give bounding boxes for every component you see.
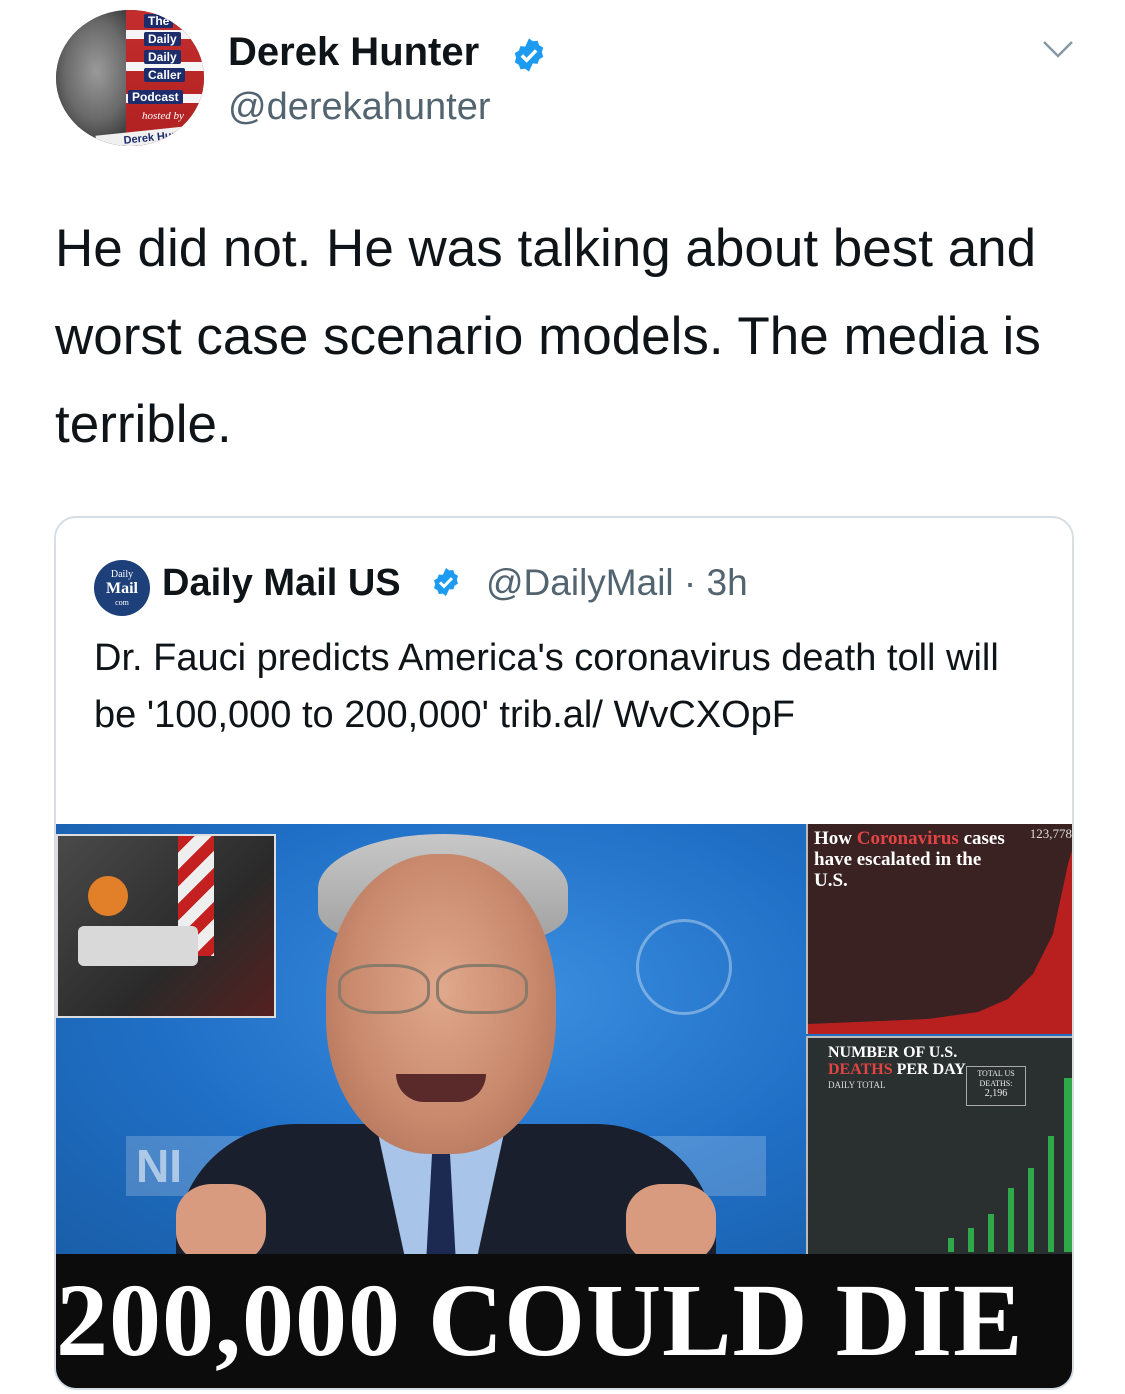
verified-badge-icon xyxy=(514,38,544,72)
tweet-text: He did not. He was talking about best an… xyxy=(55,219,1041,454)
speaker-hand-right xyxy=(626,1184,716,1264)
stretcher xyxy=(78,926,198,966)
deaths-total-box: TOTAL US DEATHS: 2,196 xyxy=(966,1066,1026,1106)
quoted-avatar-main: Mail xyxy=(106,580,138,597)
quoted-media-image[interactable]: NI How Coronavirus cases have escalated … xyxy=(56,824,1072,1388)
quoted-author-name[interactable]: Daily Mail US xyxy=(162,562,401,605)
author-avatar[interactable]: The Daily Daily Caller Podcast hosted by… xyxy=(56,10,204,146)
quoted-time[interactable]: 3h xyxy=(707,562,748,603)
quoted-avatar[interactable]: Daily Mail com xyxy=(94,560,150,616)
avatar-word: Daily xyxy=(144,32,181,46)
cases-chart-inset: How Coronavirus cases have escalated in … xyxy=(806,824,1072,1034)
ambulance-inset-photo xyxy=(56,834,276,1018)
deaths-chart-inset: NUMBER OF U.S. DEATHS PER DAY DAILY TOTA… xyxy=(806,1036,1072,1256)
chevron-down-icon[interactable] xyxy=(1040,36,1076,64)
quoted-handle[interactable]: @DailyMail xyxy=(486,562,674,603)
speaker-mouth xyxy=(396,1074,486,1102)
media-headline: 200,000 COULD DIE xyxy=(56,1254,1072,1388)
glasses-icon xyxy=(338,964,430,1014)
avatar-word: Caller xyxy=(144,68,186,82)
avatar-word: Daily xyxy=(144,50,181,64)
cases-chart-total: 123,778 xyxy=(1029,826,1072,841)
cases-chart-title: How Coronavirus cases have escalated in … xyxy=(814,828,1005,891)
quoted-meta: @DailyMail · 3h xyxy=(486,562,748,604)
author-handle[interactable]: @derekahunter xyxy=(228,86,491,129)
author-name[interactable]: Derek Hunter xyxy=(228,30,479,75)
verified-badge-icon xyxy=(434,568,458,596)
quoted-avatar-bottom: com xyxy=(115,598,129,607)
quoted-text: Dr. Fauci predicts America's coronavirus… xyxy=(94,637,999,736)
patient-blanket xyxy=(88,876,128,916)
speaker-hand-left xyxy=(176,1184,266,1264)
deaths-chart-subtitle: DAILY TOTAL xyxy=(828,1080,886,1090)
avatar-hosted-by: hosted by xyxy=(142,110,184,122)
glasses-icon xyxy=(436,964,528,1014)
avatar-word: The xyxy=(144,14,174,28)
quoted-separator: · xyxy=(683,562,697,603)
quoted-tweet-card[interactable]: Daily Mail com Daily Mail US @DailyMail … xyxy=(54,516,1074,1390)
avatar-word: Podcast xyxy=(128,90,183,104)
hhs-logo-icon xyxy=(636,919,732,1015)
